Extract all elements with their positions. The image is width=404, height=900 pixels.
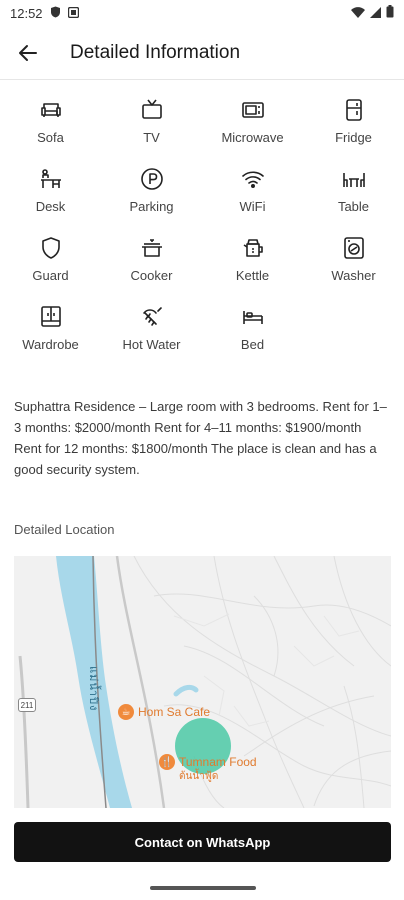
kettle-icon xyxy=(243,239,263,257)
tv-icon xyxy=(141,99,162,119)
amenity-kettle: Kettle xyxy=(202,230,303,299)
page-title: Detailed Information xyxy=(70,41,241,63)
washer-icon xyxy=(343,237,364,259)
location-section-label: Detailed Location xyxy=(14,522,115,537)
amenity-label: TV xyxy=(143,130,160,145)
amenity-label: Hot Water xyxy=(122,337,181,352)
poi-tumnam-food[interactable]: 🍴 Tumnam Food xyxy=(159,754,257,770)
hot-water-icon xyxy=(142,307,162,326)
poi-label: Tumnam Food xyxy=(179,755,257,769)
river-label: แม่น้ำปิง xyxy=(87,666,99,712)
signal-status-icon xyxy=(370,6,381,21)
sofa-icon xyxy=(40,103,61,117)
amenity-washer: Washer xyxy=(303,230,404,299)
shield-icon xyxy=(41,237,60,259)
bed-icon xyxy=(242,311,263,324)
amenity-wardrobe: Wardrobe xyxy=(0,299,101,368)
location-map[interactable]: 211 แม่น้ำปิง ☕ Hom Sa Cafe 🍴 Tumnam Foo… xyxy=(14,556,391,808)
home-indicator[interactable] xyxy=(150,886,256,890)
contact-whatsapp-button[interactable]: Contact on WhatsApp xyxy=(14,822,391,862)
wardrobe-icon xyxy=(40,306,61,327)
amenity-desk: Desk xyxy=(0,161,101,230)
cooker-icon xyxy=(141,239,162,257)
status-time: 12:52 xyxy=(10,5,43,21)
battery-status-icon xyxy=(386,5,394,21)
amenity-hot-water: Hot Water xyxy=(101,299,202,368)
microwave-icon xyxy=(241,102,264,118)
amenity-label: Washer xyxy=(331,268,376,283)
amenity-row: Guard Cooker Kettle Washer xyxy=(0,230,404,299)
amenity-tv: TV xyxy=(101,92,202,161)
back-button[interactable] xyxy=(0,26,56,80)
notification-status-icon xyxy=(67,6,79,21)
arrow-left-icon xyxy=(19,44,37,61)
amenity-sofa: Sofa xyxy=(0,92,101,161)
amenity-row: Desk Parking WiFi Table xyxy=(0,161,404,230)
amenity-parking: Parking xyxy=(101,161,202,230)
fridge-icon xyxy=(345,99,362,121)
amenity-label: Desk xyxy=(35,199,66,214)
amenity-guard: Guard xyxy=(0,230,101,299)
shield-status-icon xyxy=(50,6,61,21)
amenity-label: Wardrobe xyxy=(22,337,79,352)
table-icon xyxy=(342,173,365,187)
poi-sub-label: ต้นน้ำฟู้ด xyxy=(179,771,219,782)
amenity-fridge: Fridge xyxy=(303,92,404,161)
amenity-cooker: Cooker xyxy=(101,230,202,299)
amenity-row: Sofa TV Microwave Fridge xyxy=(0,92,404,161)
amenity-label: Microwave xyxy=(221,130,284,145)
poi-hom-sa-cafe[interactable]: ☕ Hom Sa Cafe xyxy=(118,704,210,720)
restaurant-pin-icon: 🍴 xyxy=(159,754,175,770)
amenity-label: Kettle xyxy=(235,268,270,283)
parking-icon xyxy=(140,168,163,190)
amenity-table: Table xyxy=(303,161,404,230)
amenity-label: Cooker xyxy=(130,268,173,283)
amenity-label: WiFi xyxy=(239,199,266,214)
wifi-icon xyxy=(241,171,264,188)
poi-label: Hom Sa Cafe xyxy=(138,705,211,719)
road-number-shield: 211 xyxy=(18,698,36,712)
app-bar: Detailed Information xyxy=(0,26,404,80)
wifi-status-icon xyxy=(351,6,365,21)
cafe-pin-icon: ☕ xyxy=(118,704,134,720)
amenity-bed: Bed xyxy=(202,299,303,368)
amenity-label: Parking xyxy=(129,199,174,214)
amenity-microwave: Microwave xyxy=(202,92,303,161)
desk-icon xyxy=(40,169,61,188)
amenity-label: Table xyxy=(337,199,370,214)
status-bar: 12:52 xyxy=(0,0,404,26)
amenity-wifi: WiFi xyxy=(202,161,303,230)
amenities-grid: Sofa TV Microwave Fridge Desk Parking Wi… xyxy=(0,92,404,368)
amenity-label: Sofa xyxy=(37,130,64,145)
amenity-label: Guard xyxy=(32,268,69,283)
amenity-label: Fridge xyxy=(335,130,372,145)
amenity-label: Bed xyxy=(240,337,265,352)
property-description: Suphattra Residence – Large room with 3 … xyxy=(14,399,387,477)
amenity-row: Wardrobe Hot Water Bed xyxy=(0,299,404,368)
